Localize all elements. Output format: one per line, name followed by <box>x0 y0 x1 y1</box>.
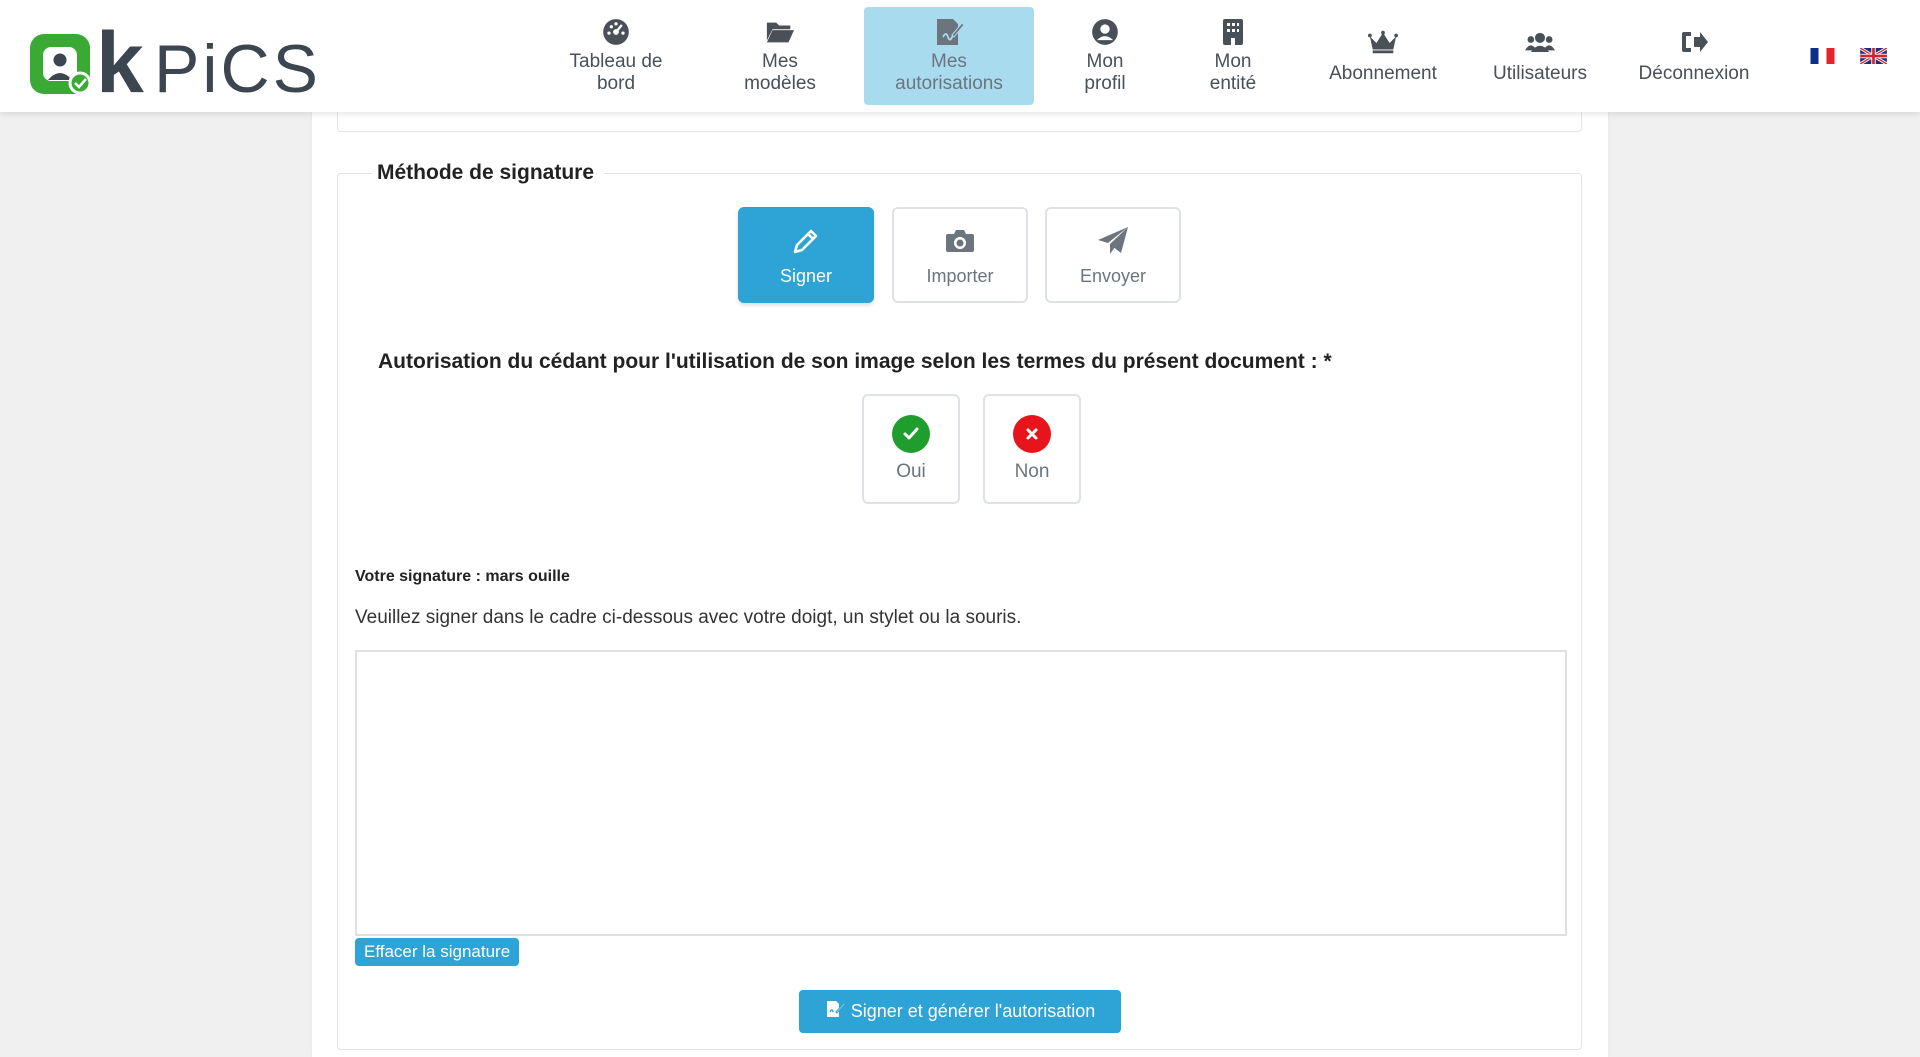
svg-text:k: k <box>96 16 144 98</box>
nav-subscription-label: Abonnement <box>1329 63 1437 84</box>
method-send-label: Envoyer <box>1079 265 1147 286</box>
signature-instructions: Veuillez signer dans le cadre ci-dessous… <box>355 607 1022 628</box>
nav-profile-label: Mon profil <box>1084 51 1126 94</box>
folder-open-icon <box>765 17 795 47</box>
clear-signature-button[interactable]: Effacer la signature <box>355 938 520 966</box>
signature-method-section: Méthode de signature Signer Importer Env… <box>337 161 1582 1050</box>
paper-plane-icon <box>1096 224 1130 258</box>
nav-authorizations[interactable]: Mes autorisations <box>864 7 1034 105</box>
choice-no-label: Non <box>1014 461 1050 482</box>
choice-yes-label: Oui <box>896 461 926 482</box>
choice-yes-button[interactable]: Oui <box>862 394 960 504</box>
users-icon <box>1525 27 1555 57</box>
fr-flag-icon[interactable] <box>1809 48 1836 64</box>
sign-out-icon <box>1679 27 1709 57</box>
edit-doc-icon <box>825 999 846 1024</box>
crown-icon <box>1368 27 1398 57</box>
nav-templates[interactable]: Mes modèles <box>710 7 850 105</box>
building-icon <box>1218 17 1248 47</box>
x-circle-icon <box>1013 415 1051 453</box>
nav-users-label: Utilisateurs <box>1493 63 1587 84</box>
nav-logout[interactable]: Déconnexion <box>1628 7 1760 105</box>
method-sign-button[interactable]: Signer <box>738 207 874 303</box>
nav-profile[interactable]: Mon profil <box>1052 7 1158 105</box>
method-send-button[interactable]: Envoyer <box>1045 207 1181 303</box>
signature-pad[interactable] <box>355 650 1567 936</box>
nav-entity-label: Mon entité <box>1209 51 1257 94</box>
signature-doc-icon <box>934 17 964 47</box>
sign-and-generate-label: Signer et générer l'autorisation <box>850 1001 1096 1021</box>
method-import-button[interactable]: Importer <box>892 207 1028 303</box>
check-circle-icon <box>892 415 930 453</box>
top-header: k PiCS Tableau de bord Mes modèles Mes a… <box>0 0 1920 112</box>
nav-dashboard-label: Tableau de bord <box>569 51 663 94</box>
svg-text:PiCS: PiCS <box>154 31 321 98</box>
nav-dashboard[interactable]: Tableau de bord <box>546 7 686 105</box>
uk-flag-icon[interactable] <box>1860 48 1887 64</box>
nav-templates-label: Mes modèles <box>744 51 816 94</box>
main-panel: Méthode de signature Signer Importer Env… <box>312 108 1608 1057</box>
choice-no-button[interactable]: Non <box>983 394 1081 504</box>
authorization-question: Autorisation du cédant pour l'utilisatio… <box>378 350 1332 373</box>
language-switcher <box>1809 48 1887 64</box>
sign-and-generate-button[interactable]: Signer et générer l'autorisation <box>799 990 1121 1033</box>
nav-logout-label: Déconnexion <box>1638 63 1750 84</box>
method-sign-label: Signer <box>779 265 833 286</box>
user-circle-icon <box>1090 17 1120 47</box>
signature-owner-label: Votre signature : mars ouille <box>355 568 570 585</box>
okpics-logo[interactable]: k PiCS <box>28 16 328 98</box>
section-title: Méthode de signature <box>372 161 605 185</box>
nav-entity[interactable]: Mon entité <box>1178 7 1288 105</box>
nav-subscription[interactable]: Abonnement <box>1312 7 1454 105</box>
signature-method-options: Signer Importer Envoyer <box>338 207 1581 303</box>
pencil-icon <box>789 224 823 258</box>
nav-authorizations-label: Mes autorisations <box>895 51 1003 94</box>
dashboard-icon <box>601 17 631 47</box>
camera-icon <box>943 224 977 258</box>
method-import-label: Importer <box>926 265 994 286</box>
nav-users[interactable]: Utilisateurs <box>1480 7 1600 105</box>
